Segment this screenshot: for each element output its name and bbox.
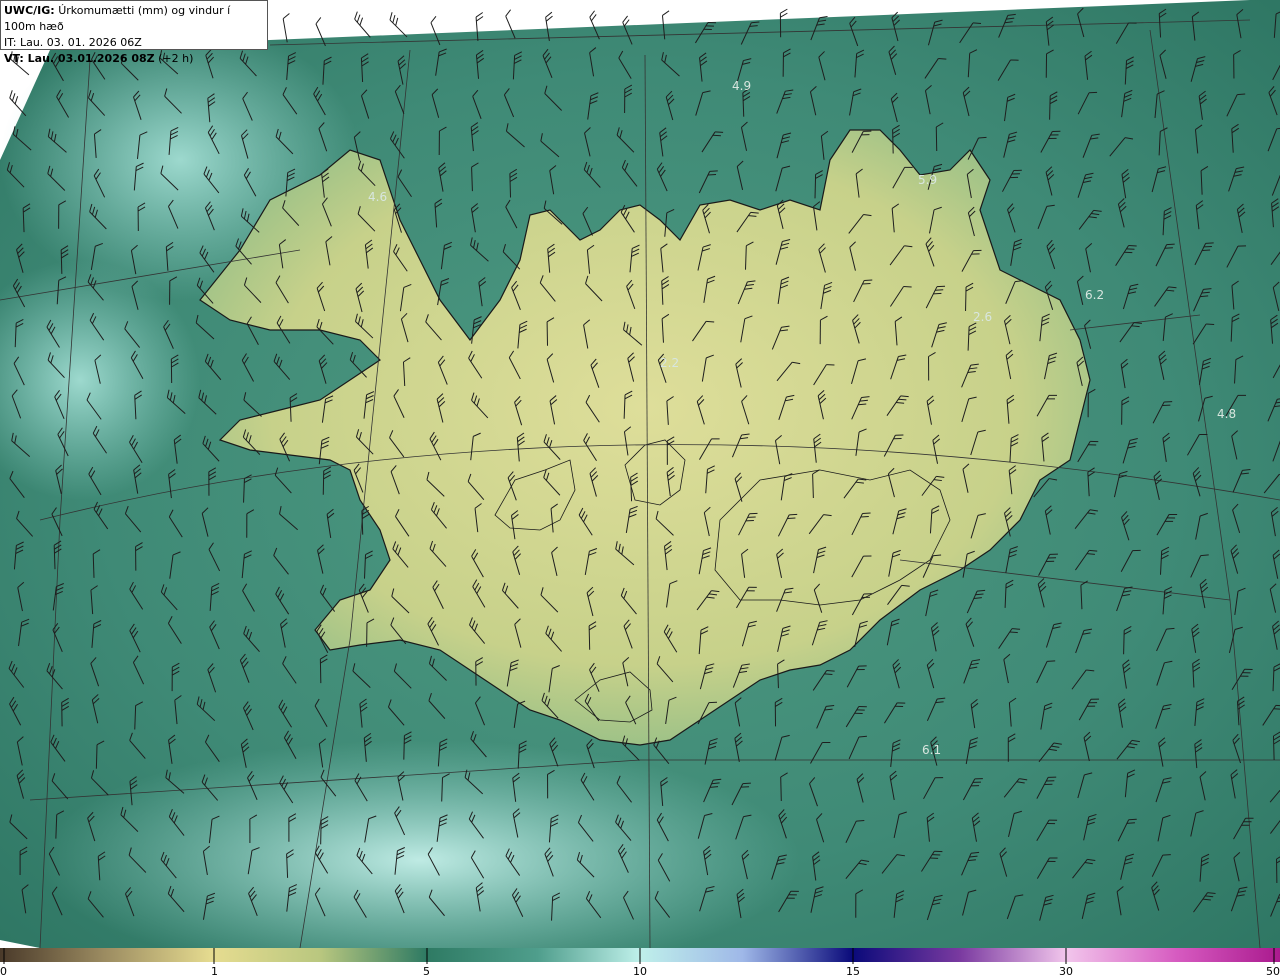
valid-time-line: VT: Lau. 03.01.2026 08Z (+2 h) — [4, 51, 264, 67]
precipitation-wind-map: 4.9 5.9 4.6 6.2 2.6 2.2 4.8 6.1 — [0, 0, 1280, 948]
value-label: 4.9 — [732, 79, 751, 93]
title-line: UWC/IG: Úrkomumætti (mm) og vindur í 100… — [4, 3, 264, 35]
value-label: 5.9 — [918, 173, 937, 187]
value-label: 2.2 — [660, 356, 679, 370]
valid-offset: (+2 h) — [158, 52, 194, 65]
value-label: 4.6 — [368, 190, 387, 204]
init-time: IT: Lau. 03. 01. 2026 06Z — [4, 36, 142, 49]
valid-time: VT: Lau. 03.01.2026 08Z — [4, 52, 155, 65]
value-label: 6.1 — [922, 743, 941, 757]
value-label: 4.8 — [1217, 407, 1236, 421]
colorbar-tick-label: 15 — [846, 965, 860, 978]
precipitation-colorbar: 0 1 5 10 15 30 50 — [0, 948, 1280, 978]
colorbar-tick-label: 1 — [211, 965, 218, 978]
colorbar-tick-label: 10 — [633, 965, 647, 978]
map-title-box: UWC/IG: Úrkomumætti (mm) og vindur í 100… — [0, 0, 268, 65]
colorbar-tick-label: 50 — [1266, 965, 1280, 978]
value-label: 2.6 — [973, 310, 992, 324]
value-label: 6.2 — [1085, 288, 1104, 302]
colorbar-tick-label: 5 — [423, 965, 430, 978]
colorbar-tick-label: 30 — [1059, 965, 1073, 978]
colorbar-tick-label: 0 — [0, 965, 7, 978]
product-code: UWC/IG: — [4, 4, 55, 17]
